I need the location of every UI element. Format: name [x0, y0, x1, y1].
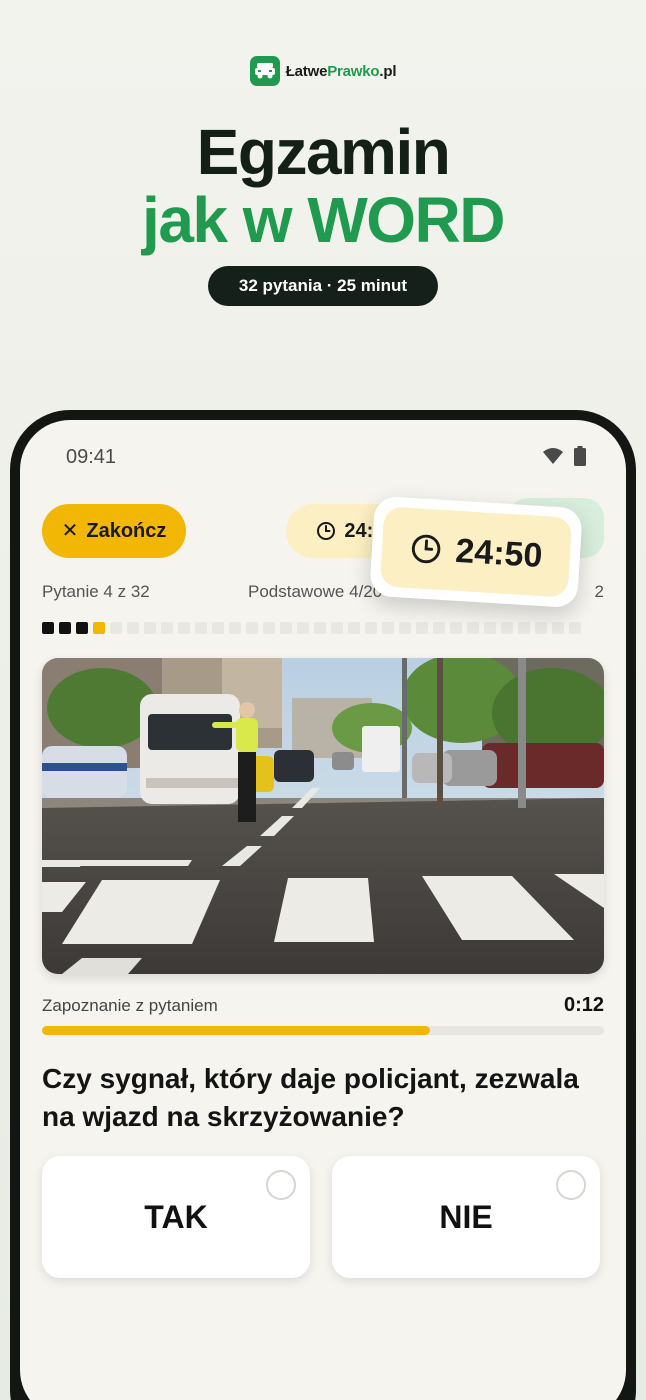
progress-dot — [348, 622, 360, 634]
progress-dot — [552, 622, 564, 634]
hero-subtitle-prefix: jak w — [142, 184, 308, 256]
progress-dot — [280, 622, 292, 634]
progress-dot — [416, 622, 428, 634]
progress-dot — [59, 622, 71, 634]
prep-time: 0:12 — [563, 994, 604, 1016]
progress-dot — [127, 622, 139, 634]
progress-dot — [161, 622, 173, 634]
progress-dot — [365, 622, 377, 634]
close-icon: ✕ — [61, 520, 79, 542]
wifi-icon — [543, 448, 563, 464]
progress-dot — [229, 622, 241, 634]
timer-popup-value: 24:50 — [454, 531, 544, 575]
progress-dot — [297, 622, 309, 634]
hero-title: Egzamin — [196, 116, 451, 188]
progress-dot — [263, 622, 275, 634]
answer-yes-label: TAK — [144, 1198, 208, 1235]
finish-exam-label: Zakończ — [86, 519, 167, 542]
car-logo-icon — [249, 56, 280, 86]
radio-yes[interactable] — [266, 1170, 296, 1200]
progress-dot — [178, 622, 190, 634]
progress-dot — [467, 622, 479, 634]
prep-progress-bar — [42, 1026, 604, 1035]
prep-progress-fill — [42, 1026, 430, 1035]
question-photo — [42, 658, 604, 974]
progress-dot — [76, 622, 88, 634]
progress-dot — [144, 622, 156, 634]
progress-dot — [569, 622, 581, 634]
clock-icon — [317, 522, 336, 540]
question-progress-dots — [42, 622, 581, 634]
exam-info-pill: 32 pytania · 25 minut — [208, 266, 438, 306]
hero-subtitle: jak w WORD — [0, 184, 646, 256]
progress-dot — [433, 622, 445, 634]
status-icons — [542, 446, 586, 466]
timer-popup: 24:50 — [369, 495, 583, 609]
answer-yes-button[interactable]: TAK — [42, 1156, 310, 1278]
status-time: 09:41 — [66, 446, 117, 468]
brand-name-dark: Łatwe — [285, 62, 328, 80]
progress-dot — [246, 622, 258, 634]
finish-exam-button[interactable]: ✕ Zakończ — [42, 504, 186, 558]
brand-header: ŁatwePrawko.pl — [0, 56, 646, 86]
progress-dot — [535, 622, 547, 634]
section-counter: Podstawowe 4/20 — [248, 582, 383, 601]
progress-dot — [450, 622, 462, 634]
progress-dot — [93, 622, 105, 634]
battery-icon — [574, 446, 586, 466]
clock-icon — [411, 534, 440, 564]
street-scene-image — [42, 658, 604, 974]
progress-dot — [501, 622, 513, 634]
progress-dot — [212, 622, 224, 634]
progress-dot — [382, 622, 394, 634]
progress-dot — [518, 622, 530, 634]
progress-dot — [331, 622, 343, 634]
question-counter: Pytanie 4 z 32 — [42, 582, 150, 601]
prep-label: Zapoznanie z pytaniem — [42, 996, 218, 1015]
answer-no-label: NIE — [439, 1198, 493, 1235]
progress-dot — [399, 622, 411, 634]
hero-subtitle-accent: WORD — [307, 184, 505, 256]
progress-dot — [110, 622, 122, 634]
brand-name-suffix: .pl — [379, 62, 397, 80]
progress-dot — [484, 622, 496, 634]
progress-dot — [314, 622, 326, 634]
specialist-counter: 2 — [594, 582, 604, 601]
radio-no[interactable] — [556, 1170, 586, 1200]
timer-popup-inner: 24:50 — [379, 506, 573, 598]
question-text: Czy sygnał, który daje policjant, zezwal… — [42, 1063, 579, 1132]
promo-screen: ŁatwePrawko.pl Egzamin jak w WORD 32 pyt… — [0, 0, 646, 1400]
answer-no-button[interactable]: NIE — [332, 1156, 600, 1278]
brand-name-green: Prawko — [327, 62, 380, 80]
progress-dot — [195, 622, 207, 634]
progress-dot — [42, 622, 54, 634]
brand-name: ŁatwePrawko.pl — [286, 63, 397, 80]
